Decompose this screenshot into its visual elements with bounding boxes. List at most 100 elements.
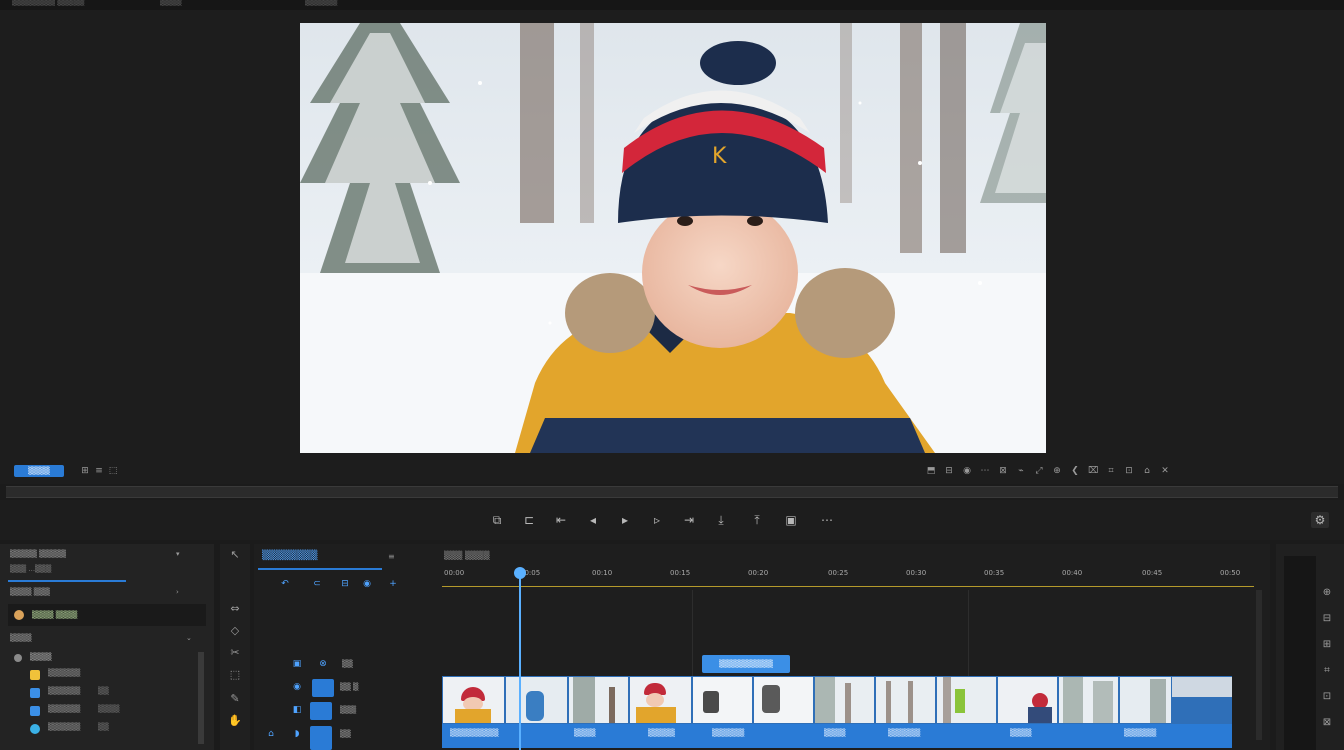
hand-tool-icon[interactable]: ✋	[228, 714, 242, 728]
monitor-scrub-bar[interactable]	[6, 486, 1338, 498]
project-scrollbar[interactable]	[198, 652, 204, 744]
slip-tool-icon[interactable]: ⬚	[228, 668, 242, 682]
mark-in-icon[interactable]: ⧉	[488, 512, 506, 528]
add-marker-icon[interactable]: ⊟	[338, 578, 352, 590]
audio-wave-icon[interactable]: ⌁	[1016, 466, 1026, 476]
captions-icon[interactable]: +	[386, 578, 400, 590]
clip-thumbnail[interactable]	[876, 677, 936, 723]
audio-target-button[interactable]	[310, 726, 332, 750]
timeline-settings-icon[interactable]: ◉	[360, 578, 374, 590]
list-item[interactable]: ▒▒▒▒▒▒ ▒▒	[8, 686, 198, 700]
overwrite-icon[interactable]: ⤒	[748, 512, 766, 528]
selection-tool-icon[interactable]: ↖	[228, 548, 242, 562]
menu-mid[interactable]: ▒▒▒▒	[160, 0, 182, 6]
track-target-button[interactable]	[312, 679, 334, 697]
track-eye-icon[interactable]: ◉	[290, 681, 304, 693]
selected-clip[interactable]: ▒▒▒▒ ▒▒▒▒	[8, 604, 206, 626]
timecode-display[interactable]: ▒▒▒ ▒▒▒▒	[444, 551, 490, 560]
list-item[interactable]: ▒▒▒▒▒▒ ▒▒	[8, 722, 198, 736]
track-mute-icon[interactable]: ◧	[290, 704, 304, 716]
list-item[interactable]: ▒▒▒▒▒▒	[8, 668, 198, 682]
monitor-left-tools: ⊞ ≡ ⬚	[80, 466, 118, 476]
more-options-icon[interactable]: ⋯	[980, 466, 990, 476]
crop-icon[interactable]: ⊠	[998, 466, 1008, 476]
safe-margin-icon[interactable]: ⬒	[926, 466, 936, 476]
playhead-handle[interactable]	[514, 567, 526, 579]
export-frame-icon[interactable]: ▣	[782, 512, 800, 528]
razor-tool-icon[interactable]: ✂	[228, 646, 242, 660]
record-icon[interactable]: ◉	[962, 466, 972, 476]
meter-options-icon[interactable]: ⊡	[1320, 690, 1334, 704]
grid-icon[interactable]: ⊞	[80, 466, 90, 476]
clip-thumbnail[interactable]	[754, 677, 814, 723]
clip-thumbnail[interactable]	[506, 677, 568, 723]
mark-out-icon[interactable]: ⊏	[520, 512, 538, 528]
snap-icon[interactable]: ↶	[278, 578, 292, 590]
linked-selection-icon[interactable]: ⊂	[310, 578, 324, 590]
meter-add-icon[interactable]: ⊕	[1320, 586, 1334, 600]
more-transport-icon[interactable]: ⋯	[818, 512, 836, 528]
clip-thumbnail[interactable]	[693, 677, 753, 723]
audio-clip-label: ▒▒▒▒▒▒	[888, 729, 921, 737]
section-options-icon[interactable]: ⌄	[186, 634, 192, 642]
close-icon[interactable]: ✕	[1160, 466, 1170, 476]
go-to-in-icon[interactable]: ⇤	[552, 512, 570, 528]
file-color-swatch	[30, 670, 40, 680]
list-icon[interactable]: ≡	[94, 466, 104, 476]
clip-thumbnail[interactable]	[1059, 677, 1119, 723]
folder-label[interactable]: ▒▒▒▒	[30, 653, 52, 661]
clip-thumbnail[interactable]	[815, 677, 875, 723]
insert-icon[interactable]: ⤓	[712, 512, 730, 528]
panel-menu-icon[interactable]: ▾	[176, 550, 180, 558]
pen-tool-icon[interactable]: ✎	[228, 692, 242, 706]
menu-left[interactable]: ▒▒▒▒▒▒▒▒ ▒▒▒▒▒	[12, 0, 84, 6]
playhead-line[interactable]	[519, 572, 521, 750]
list-item[interactable]: ▒▒▒▒▒▒ ▒▒▒▒	[8, 704, 198, 718]
menu-right[interactable]: ▒▒▒▒▒▒	[305, 0, 337, 6]
back-icon[interactable]: ❮	[1070, 466, 1080, 476]
track-select-tool-icon[interactable]: ◇	[228, 624, 242, 638]
compare-icon[interactable]: ⊟	[944, 466, 954, 476]
track-lock-icon[interactable]: ▣	[290, 658, 304, 670]
time-ruler[interactable]: 00:00 00:05 00:10 00:15 00:20 00:25 00:3…	[442, 567, 1254, 587]
title-clip[interactable]: ▒▒▒▒▒▒▒▒▒▒	[702, 655, 790, 673]
snapshot-icon[interactable]: ⊡	[1124, 466, 1134, 476]
clip-thumbnail[interactable]	[1120, 677, 1172, 723]
meter-channels-icon[interactable]: ⌗	[1320, 664, 1334, 678]
clip-thumbnail[interactable]	[630, 677, 692, 723]
extract-icon[interactable]: ⌗	[1106, 466, 1116, 476]
play-icon[interactable]: ▸	[616, 512, 634, 528]
monitor-right-tools: ⬒ ⊟ ◉ ⋯ ⊠ ⌁ ⤢ ⊕ ❮ ⌧ ⌗ ⊡ ⌂ ✕	[926, 466, 1170, 476]
step-forward-icon[interactable]: ▹	[648, 512, 666, 528]
bin-arrow-icon[interactable]: ›	[176, 588, 179, 596]
track-target-button[interactable]	[310, 702, 332, 720]
audio-clip-label: ▒▒▒▒	[1010, 729, 1032, 737]
go-to-out-icon[interactable]: ⇥	[680, 512, 698, 528]
frame-icon[interactable]: ⬚	[108, 466, 118, 476]
project-title[interactable]: ▒▒▒▒▒ ▒▒▒▒▒	[10, 550, 66, 558]
step-back-icon[interactable]: ◂	[584, 512, 602, 528]
meter-reset-icon[interactable]: ⊠	[1320, 716, 1334, 730]
track-sync-icon[interactable]: ⊗	[316, 658, 330, 670]
clip-thumbnail[interactable]	[937, 677, 997, 723]
home-icon[interactable]: ⌂	[1142, 466, 1152, 476]
clip-thumbnail[interactable]	[998, 677, 1058, 723]
ripple-edit-tool-icon[interactable]: ⇔	[228, 602, 242, 616]
add-marker-icon[interactable]: ⊕	[1052, 466, 1062, 476]
lift-icon[interactable]: ⌧	[1088, 466, 1098, 476]
clip-thumbnail[interactable]	[443, 677, 505, 723]
blank-clip[interactable]	[1172, 677, 1232, 697]
audio-mute-icon[interactable]: ◗	[290, 728, 304, 740]
sequence-name[interactable]: ▒▒▒▒▒▒▒▒	[262, 551, 317, 561]
clip-thumbnail[interactable]	[569, 677, 629, 723]
meter-solo-icon[interactable]: ⊟	[1320, 612, 1334, 626]
meter-grid-icon[interactable]: ⊞	[1320, 638, 1334, 652]
timeline-scrollbar[interactable]	[1256, 590, 1262, 740]
settings-icon[interactable]: ⚙	[1311, 512, 1329, 528]
fullscreen-icon[interactable]: ⤢	[1034, 466, 1044, 476]
zoom-level-dropdown[interactable]: ▒▒▒▒	[14, 465, 64, 477]
bin-label[interactable]: ▒▒▒▒ ▒▒▒	[10, 588, 50, 596]
list-item-meta: ▒▒	[98, 723, 109, 731]
sequence-menu-icon[interactable]: ≡	[388, 552, 395, 561]
audio-link-icon[interactable]: ⌂	[264, 728, 278, 740]
